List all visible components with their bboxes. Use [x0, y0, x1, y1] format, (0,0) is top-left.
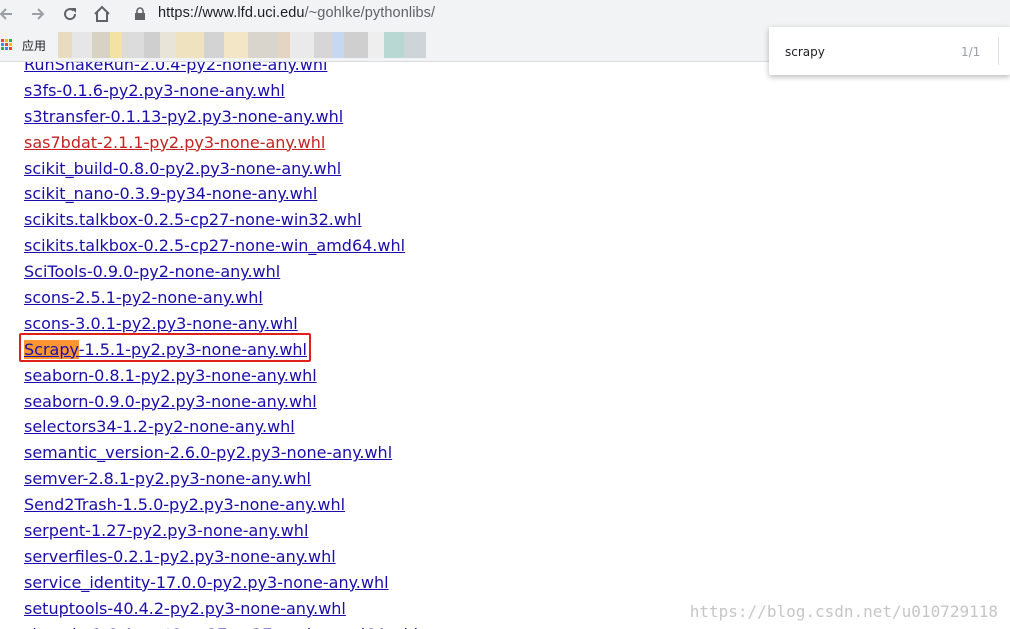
file-link-text: scikits.talkbox-0.2.5-cp27-none-win_amd6… — [24, 236, 406, 256]
blurred-bookmarks — [58, 32, 426, 58]
file-link-text: shapely-1.6.4.post2-cp37-cp37m-win_amd64… — [24, 625, 418, 629]
list-item: selectors34-1.2-py2-none-any.whl — [24, 414, 418, 440]
file-link[interactable]: s3transfer-0.1.13-py2.py3-none-any.whl — [24, 107, 343, 126]
home-button[interactable] — [90, 3, 114, 25]
file-link[interactable]: scikit_build-0.8.0-py2.py3-none-any.whl — [24, 159, 341, 178]
file-link[interactable]: scons-3.0.1-py2.py3-none-any.whl — [24, 314, 298, 333]
file-link[interactable]: scikits.talkbox-0.2.5-cp27-none-win_amd6… — [24, 236, 405, 255]
browser-toolbar: https://www.lfd.uci.edu/~gohlke/pythonli… — [0, 0, 1010, 29]
file-link[interactable]: semver-2.8.1-py2.py3-none-any.whl — [24, 469, 311, 488]
file-link[interactable]: semantic_version-2.6.0-py2.py3-none-any.… — [24, 443, 392, 462]
list-item: scikit_build-0.8.0-py2.py3-none-any.whl — [24, 156, 418, 182]
file-link[interactable]: serverfiles-0.2.1-py2.py3-none-any.whl — [24, 547, 336, 566]
file-link[interactable]: seaborn-0.8.1-py2.py3-none-any.whl — [24, 366, 317, 385]
url-text: https://www.lfd.uci.edu/~gohlke/pythonli… — [158, 5, 435, 21]
list-item: semantic_version-2.6.0-py2.py3-none-any.… — [24, 440, 418, 466]
list-item: setuptools-40.4.2-py2.py3-none-any.whl — [24, 596, 418, 622]
url-host: https://www.lfd.uci.edu — [158, 5, 305, 21]
file-link-text: scons-3.0.1-py2.py3-none-any.whl — [24, 313, 298, 333]
reload-icon — [64, 8, 77, 21]
file-link[interactable]: service_identity-17.0.0-py2.py3-none-any… — [24, 573, 389, 592]
url-path: /~gohlke/pythonlibs/ — [304, 5, 436, 21]
list-item: SciTools-0.9.0-py2-none-any.whl — [24, 259, 418, 285]
reload-button[interactable] — [58, 3, 82, 25]
list-item: scikits.talkbox-0.2.5-cp27-none-win_amd6… — [24, 233, 418, 259]
list-item: s3transfer-0.1.13-py2.py3-none-any.whl — [24, 104, 418, 130]
list-item: s3fs-0.1.6-py2.py3-none-any.whl — [24, 78, 418, 104]
forward-button[interactable] — [26, 3, 50, 25]
file-link-text: s3transfer-0.1.13-py2.py3-none-any.whl — [24, 106, 344, 126]
file-link[interactable]: seaborn-0.9.0-py2.py3-none-any.whl — [24, 392, 317, 411]
file-link-text: scikit_build-0.8.0-py2.py3-none-any.whl — [24, 158, 342, 178]
list-item: serpent-1.27-py2.py3-none-any.whl — [24, 518, 418, 544]
file-link-text: serverfiles-0.2.1-py2.py3-none-any.whl — [24, 546, 336, 566]
apps-grid-icon[interactable] — [1, 39, 13, 51]
home-icon — [94, 5, 110, 22]
file-link[interactable]: selectors34-1.2-py2-none-any.whl — [24, 417, 295, 436]
wheel-file-list: RunSnakeRun-2.0.4-py2-none-any.whl s3fs-0… — [24, 62, 418, 629]
address-bar[interactable]: https://www.lfd.uci.edu/~gohlke/pythonli… — [124, 2, 1010, 26]
file-link-text: scons-2.5.1-py2-none-any.whl — [24, 288, 263, 308]
file-link-text: RunSnakeRun-2.0.4-py2-none-any.whl — [24, 62, 328, 74]
back-button[interactable] — [0, 3, 18, 25]
file-link-text: seaborn-0.9.0-py2.py3-none-any.whl — [24, 391, 317, 411]
file-link-text: sas7bdat-2.1.1-py2.py3-none-any.whl — [24, 132, 326, 152]
list-item: scons-2.5.1-py2-none-any.whl — [24, 285, 418, 311]
file-link-text: scikit_nano-0.3.9-py34-none-any.whl — [24, 184, 318, 204]
list-item: service_identity-17.0.0-py2.py3-none-any… — [24, 570, 418, 596]
watermark: https://blog.csdn.net/u010729118 — [689, 602, 998, 621]
file-link[interactable]: SciTools-0.9.0-py2-none-any.whl — [24, 262, 280, 281]
list-item: seaborn-0.8.1-py2.py3-none-any.whl — [24, 363, 418, 389]
file-link-text: seaborn-0.8.1-py2.py3-none-any.whl — [24, 365, 317, 385]
file-link-text: semantic_version-2.6.0-py2.py3-none-any.… — [24, 443, 393, 463]
file-link[interactable]: serpent-1.27-py2.py3-none-any.whl — [24, 521, 308, 540]
list-item: shapely-1.6.4.post2-cp37-cp37m-win_amd64… — [24, 622, 418, 629]
file-link[interactable]: scons-2.5.1-py2-none-any.whl — [24, 288, 263, 307]
file-link-text: selectors34-1.2-py2-none-any.whl — [24, 417, 295, 437]
file-link-text: s3fs-0.1.6-py2.py3-none-any.whl — [24, 80, 285, 100]
find-match-count: 1/1 — [961, 45, 981, 59]
file-link[interactable]: s3fs-0.1.6-py2.py3-none-any.whl — [24, 81, 285, 100]
list-item: scikit_nano-0.3.9-py34-none-any.whl — [24, 181, 418, 207]
find-separator — [998, 37, 999, 65]
file-link[interactable]: setuptools-40.4.2-py2.py3-none-any.whl — [24, 599, 346, 618]
list-item: RunSnakeRun-2.0.4-py2-none-any.whl — [24, 62, 418, 78]
file-link[interactable]: sas7bdat-2.1.1-py2.py3-none-any.whl — [24, 133, 325, 152]
file-link-text: Send2Trash-1.5.0-py2.py3-none-any.whl — [24, 495, 346, 515]
file-link-text: service_identity-17.0.0-py2.py3-none-any… — [24, 572, 389, 592]
file-link[interactable]: Scrapy-1.5.1-py2.py3-none-any.whl — [24, 339, 307, 359]
file-link[interactable]: Send2Trash-1.5.0-py2.py3-none-any.whl — [24, 495, 345, 514]
lock-icon — [135, 7, 145, 20]
list-item: seaborn-0.9.0-py2.py3-none-any.whl — [24, 389, 418, 415]
file-link[interactable]: scikits.talkbox-0.2.5-cp27-none-win32.wh… — [24, 210, 362, 229]
find-input[interactable]: scrapy — [785, 45, 925, 59]
apps-shortcut-label[interactable]: 应用 — [22, 37, 46, 54]
page-content: RunSnakeRun-2.0.4-py2-none-any.whl s3fs-0… — [0, 62, 1010, 629]
list-item: scikits.talkbox-0.2.5-cp27-none-win32.wh… — [24, 207, 418, 233]
file-link-text: setuptools-40.4.2-py2.py3-none-any.whl — [24, 598, 346, 618]
back-arrow-icon — [0, 8, 12, 20]
list-item: Scrapy-1.5.1-py2.py3-none-any.whl — [24, 337, 418, 363]
file-link-text: serpent-1.27-py2.py3-none-any.whl — [24, 521, 309, 541]
file-link[interactable]: scikit_nano-0.3.9-py34-none-any.whl — [24, 184, 317, 203]
file-link[interactable]: RunSnakeRun-2.0.4-py2-none-any.whl — [24, 62, 327, 74]
file-link[interactable]: shapely-1.6.4.post2-cp37-cp37m-win_amd64… — [24, 625, 418, 629]
find-match-highlight: Scrapy — [24, 339, 79, 359]
list-item: sas7bdat-2.1.1-py2.py3-none-any.whl — [24, 130, 418, 156]
list-item: Send2Trash-1.5.0-py2.py3-none-any.whl — [24, 492, 418, 518]
file-link-text: semver-2.8.1-py2.py3-none-any.whl — [24, 469, 311, 489]
list-item: semver-2.8.1-py2.py3-none-any.whl — [24, 466, 418, 492]
list-item: scons-3.0.1-py2.py3-none-any.whl — [24, 311, 418, 337]
list-item: serverfiles-0.2.1-py2.py3-none-any.whl — [24, 544, 418, 570]
forward-arrow-icon — [32, 8, 45, 20]
file-link-text: scikits.talkbox-0.2.5-cp27-none-win32.wh… — [24, 210, 362, 230]
file-link-text: -1.5.1-py2.py3-none-any.whl — [78, 339, 307, 359]
file-link-text: SciTools-0.9.0-py2-none-any.whl — [24, 262, 281, 282]
